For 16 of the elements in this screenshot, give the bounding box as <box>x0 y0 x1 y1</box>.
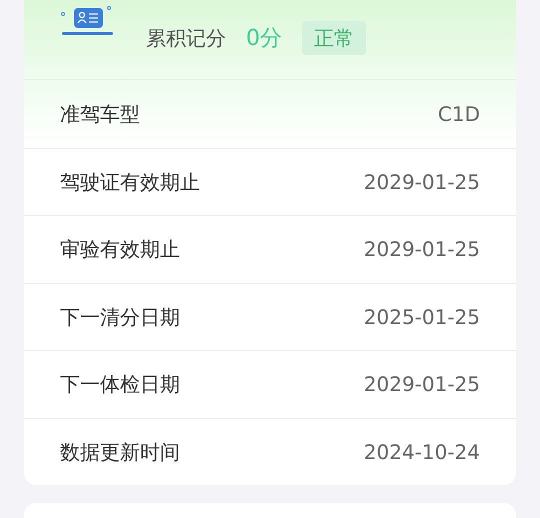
field-value: 2024-10-24 <box>364 438 480 466</box>
field-value: C1D <box>438 100 480 128</box>
field-label: 审验有效期止 <box>60 236 180 264</box>
field-value: 2029-01-25 <box>364 371 480 398</box>
license-card-icon <box>60 4 114 36</box>
field-label: 数据更新时间 <box>60 438 180 466</box>
score-label: 累积记分 <box>146 25 226 52</box>
field-label: 准驾车型 <box>60 100 140 128</box>
score-value: 0分 <box>246 24 282 52</box>
field-label: 下一体检日期 <box>60 371 180 398</box>
field-value: 2029-01-25 <box>364 236 480 264</box>
field-label: 下一清分日期 <box>60 304 180 331</box>
field-label: 驾驶证有效期止 <box>60 168 200 196</box>
field-value: 2025-01-25 <box>364 304 480 331</box>
status-tag: 正常 <box>302 21 366 55</box>
field-value: 2029-01-25 <box>364 168 480 196</box>
